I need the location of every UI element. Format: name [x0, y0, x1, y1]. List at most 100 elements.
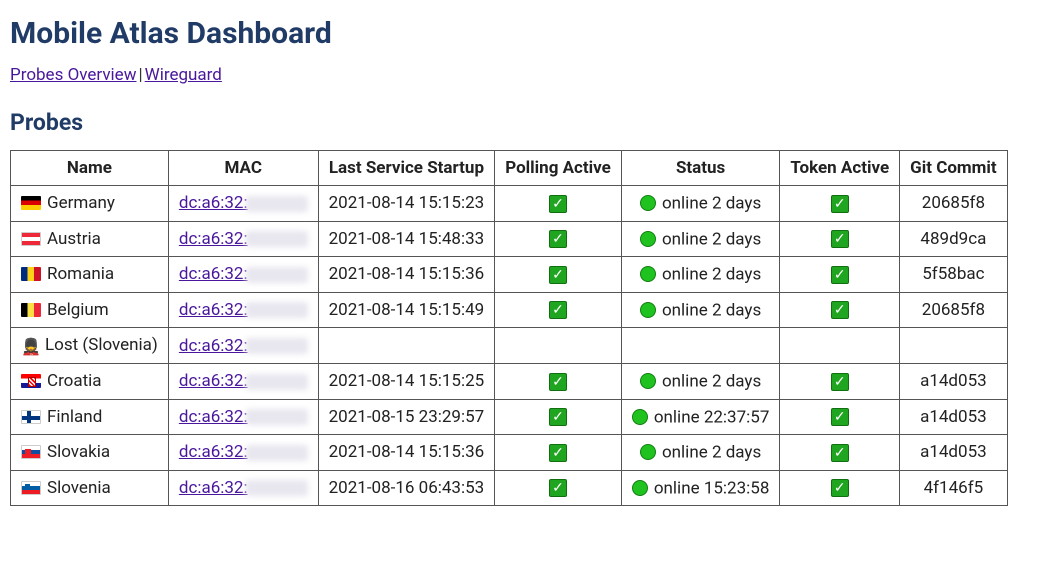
nav-separator: | — [136, 65, 144, 85]
cell-polling-active — [495, 328, 622, 364]
status-text: online 2 days — [662, 300, 761, 320]
check-icon: ✓ — [831, 266, 849, 284]
mac-link[interactable]: dc:a6:32: — [179, 371, 248, 391]
probe-name: Romania — [47, 264, 114, 284]
flag-icon — [21, 303, 41, 317]
cell-token-active: ✓ — [780, 257, 900, 293]
mac-redacted — [246, 480, 308, 496]
probe-name: Lost (Slovenia) — [45, 335, 158, 355]
status-text: online 2 days — [662, 229, 761, 249]
col-token: Token Active — [780, 151, 900, 186]
cell-token-active — [780, 328, 900, 364]
check-icon: ✓ — [549, 444, 567, 462]
cell-token-active: ✓ — [780, 364, 900, 400]
cell-git-commit: 4f146f5 — [900, 470, 1008, 506]
cell-name: Germany — [11, 186, 169, 222]
col-name: Name — [11, 151, 169, 186]
probe-name: Belgium — [47, 300, 109, 320]
probe-name: Finland — [47, 407, 102, 427]
mac-link[interactable]: dc:a6:32: — [179, 407, 248, 427]
probes-table: Name MAC Last Service Startup Polling Ac… — [10, 150, 1008, 506]
mac-link[interactable]: dc:a6:32: — [179, 336, 248, 356]
table-row: Slovakiadc:a6:32:2021-08-14 15:15:36✓onl… — [11, 435, 1008, 471]
mac-redacted — [246, 445, 308, 461]
mac-link[interactable]: dc:a6:32: — [179, 478, 248, 498]
col-startup: Last Service Startup — [318, 151, 495, 186]
cell-status: online 2 days — [621, 364, 780, 400]
table-row: Germanydc:a6:32:2021-08-14 15:15:23✓onli… — [11, 186, 1008, 222]
link-wireguard[interactable]: Wireguard — [145, 65, 222, 85]
online-dot-icon — [632, 409, 648, 425]
flag-icon — [21, 374, 41, 388]
lost-icon: 💂 — [21, 337, 41, 356]
table-row: Finlanddc:a6:32:2021-08-15 23:29:57✓onli… — [11, 399, 1008, 435]
cell-name: Austria — [11, 221, 169, 257]
cell-git-commit: a14d053 — [900, 364, 1008, 400]
col-mac: MAC — [168, 151, 318, 186]
mac-link[interactable]: dc:a6:32: — [179, 229, 248, 249]
online-dot-icon — [640, 373, 656, 389]
check-icon: ✓ — [831, 373, 849, 391]
mac-link[interactable]: dc:a6:32: — [179, 264, 248, 284]
check-icon: ✓ — [831, 195, 849, 213]
mac-redacted — [246, 302, 308, 318]
cell-polling-active: ✓ — [495, 221, 622, 257]
cell-polling-active: ✓ — [495, 292, 622, 328]
mac-redacted — [246, 231, 308, 247]
link-probes-overview[interactable]: Probes Overview — [10, 65, 136, 85]
check-icon: ✓ — [549, 266, 567, 284]
mac-link[interactable]: dc:a6:32: — [179, 442, 248, 462]
cell-token-active: ✓ — [780, 221, 900, 257]
cell-status: online 2 days — [621, 435, 780, 471]
cell-git-commit — [900, 328, 1008, 364]
mac-link[interactable]: dc:a6:32: — [179, 300, 248, 320]
cell-name: Croatia — [11, 364, 169, 400]
table-row: Romaniadc:a6:32:2021-08-14 15:15:36✓onli… — [11, 257, 1008, 293]
cell-last-startup — [318, 328, 495, 364]
online-dot-icon — [640, 195, 656, 211]
online-dot-icon — [640, 444, 656, 460]
cell-token-active: ✓ — [780, 399, 900, 435]
check-icon: ✓ — [831, 408, 849, 426]
table-row: Sloveniadc:a6:32:2021-08-16 06:43:53✓onl… — [11, 470, 1008, 506]
cell-git-commit: 20685f8 — [900, 186, 1008, 222]
cell-status — [621, 328, 780, 364]
col-polling: Polling Active — [495, 151, 622, 186]
cell-status: online 2 days — [621, 257, 780, 293]
cell-status: online 22:37:57 — [621, 399, 780, 435]
cell-token-active: ✓ — [780, 470, 900, 506]
mac-redacted — [246, 338, 308, 354]
cell-mac: dc:a6:32: — [168, 470, 318, 506]
check-icon: ✓ — [831, 230, 849, 248]
cell-git-commit: a14d053 — [900, 435, 1008, 471]
cell-last-startup: 2021-08-14 15:15:49 — [318, 292, 495, 328]
cell-name: Slovakia — [11, 435, 169, 471]
cell-name: Finland — [11, 399, 169, 435]
flag-icon — [21, 410, 41, 424]
mac-link[interactable]: dc:a6:32: — [179, 193, 248, 213]
cell-polling-active: ✓ — [495, 399, 622, 435]
mac-redacted — [246, 409, 308, 425]
cell-polling-active: ✓ — [495, 186, 622, 222]
cell-last-startup: 2021-08-14 15:48:33 — [318, 221, 495, 257]
cell-name: Belgium — [11, 292, 169, 328]
cell-token-active: ✓ — [780, 292, 900, 328]
cell-mac: dc:a6:32: — [168, 257, 318, 293]
status-text: online 2 days — [662, 372, 761, 392]
page-title: Mobile Atlas Dashboard — [10, 16, 1031, 51]
cell-last-startup: 2021-08-14 15:15:36 — [318, 435, 495, 471]
check-icon: ✓ — [549, 373, 567, 391]
flag-icon — [21, 196, 41, 210]
check-icon: ✓ — [549, 195, 567, 213]
cell-last-startup: 2021-08-14 15:15:23 — [318, 186, 495, 222]
top-nav: Probes Overview|Wireguard — [10, 65, 1031, 85]
cell-last-startup: 2021-08-16 06:43:53 — [318, 470, 495, 506]
cell-mac: dc:a6:32: — [168, 186, 318, 222]
online-dot-icon — [632, 480, 648, 496]
table-row: Belgiumdc:a6:32:2021-08-14 15:15:49✓onli… — [11, 292, 1008, 328]
cell-token-active: ✓ — [780, 435, 900, 471]
online-dot-icon — [640, 266, 656, 282]
cell-mac: dc:a6:32: — [168, 328, 318, 364]
section-title: Probes — [10, 109, 1031, 136]
probe-name: Slovakia — [47, 442, 110, 462]
